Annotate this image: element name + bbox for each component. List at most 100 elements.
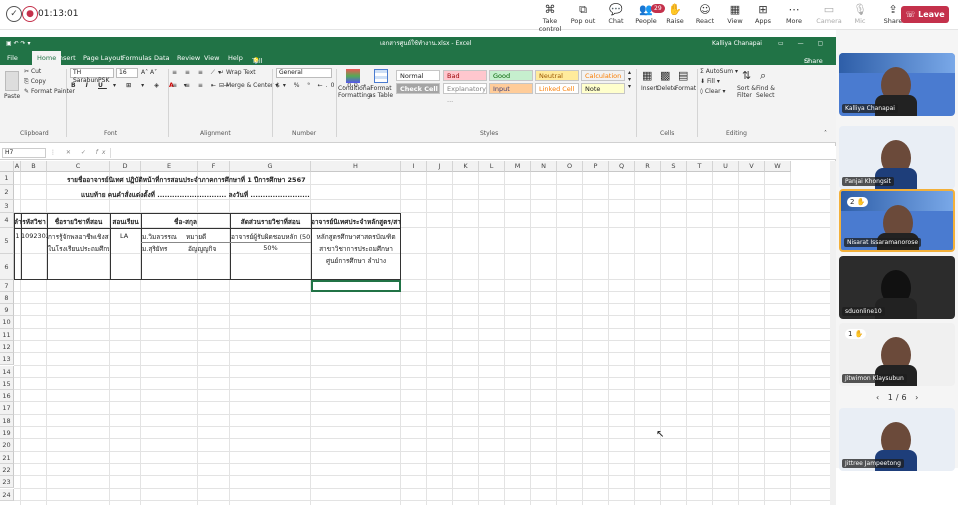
tab-help[interactable]: Help (228, 54, 243, 62)
account-name[interactable]: Kalliya Chanapai (712, 37, 762, 51)
format-cells-icon[interactable]: ▤ (678, 69, 688, 82)
row-header[interactable]: 18 (0, 414, 14, 427)
column-header[interactable]: C (47, 161, 110, 172)
row-header[interactable]: 17 (0, 402, 14, 415)
delete-cells-button[interactable]: Delete (657, 85, 677, 92)
column-header[interactable]: I (401, 161, 427, 172)
tab-page-layout[interactable]: Page Layout (83, 54, 123, 62)
row-header[interactable]: 10 (0, 316, 14, 329)
tab-formulas[interactable]: Formulas (122, 54, 152, 62)
column-header[interactable]: N (531, 161, 557, 172)
font-size-select[interactable]: 16 (116, 68, 138, 78)
align-top-icons[interactable]: ≡ ≡ ≡ ⟋▾ (172, 69, 224, 77)
column-header[interactable]: E (141, 161, 198, 172)
row-header[interactable]: 8 (0, 292, 14, 304)
format-cells-button[interactable]: Format (675, 85, 696, 92)
row-header[interactable]: 11 (0, 328, 14, 341)
row-header[interactable]: 23 (0, 476, 14, 489)
tab-view[interactable]: View (204, 54, 219, 62)
column-header[interactable]: D (110, 161, 141, 172)
tab-review[interactable]: Review (177, 54, 200, 62)
column-header[interactable]: B (21, 161, 47, 172)
cell-style-linked-cell[interactable]: Linked Cell (535, 83, 579, 94)
cell-style-check-cell[interactable]: Check Cell (396, 83, 440, 94)
column-header[interactable]: G (230, 161, 311, 172)
leave-button[interactable]: ☏ Leave (901, 6, 949, 23)
cell-style-input[interactable]: Input (489, 83, 533, 94)
conditional-formatting-icon[interactable] (346, 69, 360, 83)
format-as-table-button[interactable]: Format as Table (368, 85, 394, 99)
row-header[interactable]: 24 (0, 488, 14, 501)
cell-style-normal[interactable]: Normal (396, 70, 440, 81)
tab-insert[interactable]: Insert (57, 54, 76, 62)
row-header[interactable]: 21 (0, 451, 14, 464)
font-grow-icon[interactable]: A˄ A˅ (141, 69, 157, 76)
spreadsheet-grid[interactable]: A B C D E F G H I J K L M N O P Q R S T U V W 1 2 3 4 5 6 7 8 9 10 11 12 13… (0, 161, 830, 505)
tab-file[interactable]: File (7, 54, 18, 62)
participant-pager[interactable]: ‹ 1/6 › (876, 393, 921, 402)
row-header[interactable]: 22 (0, 463, 14, 477)
column-header[interactable]: R (635, 161, 661, 172)
format-painter-button[interactable]: ✎ Format Painter (24, 88, 75, 95)
chevron-right-icon[interactable]: › (915, 393, 921, 402)
wrap-text-button[interactable]: ↵ Wrap Text (219, 69, 256, 76)
participant-tile[interactable]: Kalliya Chanapai (839, 53, 955, 116)
row-header[interactable]: 20 (0, 439, 14, 452)
select-all-corner[interactable] (0, 161, 14, 172)
name-box[interactable]: H7 (2, 148, 46, 158)
row-header[interactable]: 16 (0, 390, 14, 403)
row-header[interactable]: 15 (0, 377, 14, 391)
chevron-left-icon[interactable]: ‹ (876, 393, 882, 402)
format-table-icon[interactable] (374, 69, 388, 83)
find-select-button[interactable]: Find & Select (756, 85, 778, 99)
number-format-select[interactable]: General (276, 68, 332, 78)
cell-style-explanatory-[interactable]: Explanatory ... (443, 83, 487, 104)
row-header[interactable]: 5 (0, 228, 14, 254)
column-header[interactable]: H (311, 161, 401, 172)
paste-button[interactable]: Paste (4, 93, 20, 100)
find-select-icon[interactable]: ⌕ (760, 69, 766, 83)
row-header[interactable]: 12 (0, 340, 14, 354)
autosave-icon[interactable]: ▣ ↶ ↷ ▾ (6, 37, 30, 51)
toolbar-more-button[interactable]: ⋯ More (775, 3, 813, 25)
clear-button[interactable]: ◊ Clear ▾ (700, 88, 726, 95)
row-header[interactable]: 9 (0, 304, 14, 317)
font-name-select[interactable]: TH SarabunPSK (70, 68, 114, 84)
shield-icon[interactable]: ✓ (6, 6, 22, 22)
column-header[interactable]: P (583, 161, 609, 172)
cell-style-good[interactable]: Good (489, 70, 533, 81)
column-header[interactable]: Q (609, 161, 635, 172)
copy-button[interactable]: ⎘ Copy (24, 78, 46, 86)
tab-data[interactable]: Data (154, 54, 170, 62)
column-header[interactable]: K (453, 161, 479, 172)
cell-style-calculation[interactable]: Calculation (581, 70, 625, 81)
row-header[interactable]: 2 (0, 185, 14, 200)
participant-tile[interactable]: Panjai Khongsit (839, 126, 955, 189)
insert-cells-button[interactable]: Insert (641, 85, 658, 92)
column-header[interactable]: W (765, 161, 791, 172)
cell-style-neutral[interactable]: Neutral (535, 70, 579, 81)
cell-style-bad[interactable]: Bad (443, 70, 487, 81)
styles-scroll-icon[interactable]: ▴ ▾ ▾ (628, 69, 631, 90)
row-header[interactable]: 6 (0, 254, 14, 280)
column-header[interactable]: M (505, 161, 531, 172)
column-header[interactable]: U (713, 161, 739, 172)
row-header[interactable]: 7 (0, 280, 14, 292)
row-header[interactable]: 19 (0, 427, 14, 440)
column-header[interactable]: S (661, 161, 687, 172)
paste-icon[interactable] (5, 71, 19, 91)
column-header[interactable]: F (198, 161, 230, 172)
collapse-ribbon-icon[interactable]: ˄ (824, 130, 827, 137)
merge-center-button[interactable]: ⊟ Merge & Center ▾ (219, 82, 278, 89)
delete-cells-icon[interactable]: ▩ (660, 69, 670, 82)
column-header[interactable]: L (479, 161, 505, 172)
cut-button[interactable]: ✂ Cut (24, 68, 41, 75)
column-header[interactable]: A (14, 161, 21, 172)
selected-cell[interactable] (311, 280, 401, 292)
row-header[interactable]: 14 (0, 365, 14, 378)
participant-tile[interactable]: 1 ✋ Jitwimon Klaysubun (839, 323, 955, 386)
participant-tile[interactable]: Jittree Jampeetong (839, 408, 955, 471)
participant-tile[interactable]: sduonline10 (839, 256, 955, 319)
cell-style-note[interactable]: Note (581, 83, 625, 94)
participant-tile[interactable]: 2 ✋ Nisarat Issaramanorose (839, 189, 955, 252)
